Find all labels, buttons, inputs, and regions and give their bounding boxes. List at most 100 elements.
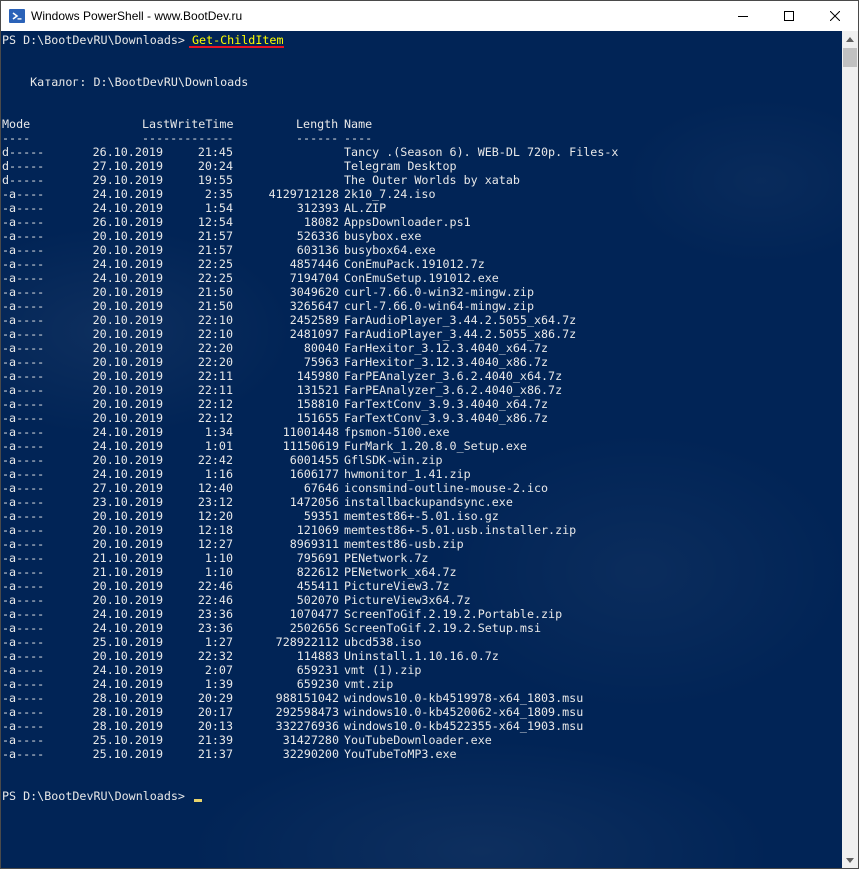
title-bar[interactable]: Windows PowerShell - www.BootDev.ru xyxy=(1,1,858,31)
file-time: 23:36 xyxy=(197,607,233,621)
file-mode: -a---- xyxy=(2,593,45,607)
file-mode: -a---- xyxy=(2,243,45,257)
file-mode: -a---- xyxy=(2,313,45,327)
file-time: 12:54 xyxy=(197,215,233,229)
file-date: 20.10.2019 xyxy=(92,649,163,663)
file-row: -a---- 28.10.2019 20:13 332276936 windows10.… xyxy=(2,719,842,733)
file-time: 2:35 xyxy=(204,187,233,201)
minimize-button[interactable] xyxy=(720,1,766,31)
file-length: 18082 xyxy=(303,215,339,229)
file-date: 20.10.2019 xyxy=(92,383,163,397)
file-length: 59351 xyxy=(303,509,339,523)
file-name: YouTubeToMP3.exe xyxy=(344,747,457,761)
file-time: 22:46 xyxy=(197,593,233,607)
scroll-down-button[interactable] xyxy=(842,852,858,868)
file-row: -a---- 24.10.2019 22:25 7194704 ConEmuSetup.… xyxy=(2,271,842,285)
file-name: FarHexitor_3.12.3.4040_x64.7z xyxy=(344,341,549,355)
file-name: vmt.zip xyxy=(344,677,394,691)
maximize-button[interactable] xyxy=(766,1,812,31)
file-name: PENetwork_x64.7z xyxy=(344,565,457,579)
file-name: installbackupandsync.exe xyxy=(344,495,513,509)
file-row: -a---- 25.10.2019 21:37 32290200 YouTubeToMP… xyxy=(2,747,842,761)
file-date: 21.10.2019 xyxy=(92,565,163,579)
file-mode: d----- xyxy=(2,145,45,159)
file-mode: -a---- xyxy=(2,537,45,551)
header-length: Length xyxy=(296,117,339,131)
file-mode: -a---- xyxy=(2,271,45,285)
close-button[interactable] xyxy=(812,1,858,31)
scroll-thumb[interactable] xyxy=(843,48,857,67)
file-length: 822612 xyxy=(296,565,339,579)
file-date: 20.10.2019 xyxy=(92,537,163,551)
table-separator: ---- ------------- ------ ---- xyxy=(2,131,842,145)
file-name: windows10.0-kb4520062-x64_1809.msu xyxy=(344,705,584,719)
file-date: 20.10.2019 xyxy=(92,509,163,523)
file-row: -a---- 21.10.2019 1:10 795691 PENetwork.7z xyxy=(2,551,842,565)
file-time: 20:17 xyxy=(197,705,233,719)
file-name: The Outer Worlds by xatab xyxy=(344,173,520,187)
file-date: 20.10.2019 xyxy=(92,397,163,411)
file-name: PictureView3x64.7z xyxy=(344,593,471,607)
file-date: 26.10.2019 xyxy=(92,145,163,159)
file-time: 1:27 xyxy=(204,635,233,649)
file-name: memtest86+-5.01.usb.installer.zip xyxy=(344,523,577,537)
directory-line: Каталог: D:\BootDevRU\Downloads xyxy=(2,75,249,89)
file-mode: -a---- xyxy=(2,285,45,299)
file-name: PictureView3.7z xyxy=(344,579,450,593)
file-date: 27.10.2019 xyxy=(92,481,163,495)
file-length: 1070477 xyxy=(289,607,339,621)
file-row: d----- 27.10.2019 20:24 Telegram Desktop xyxy=(2,159,842,173)
final-prompt-text: PS D:\BootDevRU\Downloads> xyxy=(2,789,192,803)
file-time: 1:16 xyxy=(204,467,233,481)
file-name: curl-7.66.0-win32-mingw.zip xyxy=(344,285,534,299)
powershell-icon xyxy=(9,9,25,23)
separator-lastwritetime: ------------- xyxy=(142,131,234,145)
file-date: 21.10.2019 xyxy=(92,551,163,565)
file-length: 151655 xyxy=(296,411,339,425)
file-mode: d----- xyxy=(2,159,45,173)
file-time: 12:18 xyxy=(197,523,233,537)
file-time: 20:24 xyxy=(197,159,233,173)
file-row: d----- 29.10.2019 19:55 The Outer Worlds by… xyxy=(2,173,842,187)
file-row: -a---- 20.10.2019 21:57 526336 busybox.exe xyxy=(2,229,842,243)
file-mode: -a---- xyxy=(2,411,45,425)
file-time: 2:07 xyxy=(204,663,233,677)
file-mode: -a---- xyxy=(2,453,45,467)
file-mode: -a---- xyxy=(2,579,45,593)
header-name: Name xyxy=(344,117,373,131)
file-mode: -a---- xyxy=(2,355,45,369)
file-time: 21:37 xyxy=(197,747,233,761)
file-length: 4857446 xyxy=(289,257,339,271)
file-date: 20.10.2019 xyxy=(92,285,163,299)
file-length: 145980 xyxy=(296,369,339,383)
file-time: 20:29 xyxy=(197,691,233,705)
file-time: 22:12 xyxy=(197,411,233,425)
file-length: 121069 xyxy=(296,523,339,537)
file-row: -a---- 20.10.2019 22:10 2481097 FarAudioPlay… xyxy=(2,327,842,341)
file-name: iconsmind-outline-mouse-2.ico xyxy=(344,481,549,495)
window-controls xyxy=(720,1,858,31)
scroll-up-button[interactable] xyxy=(842,31,858,47)
file-mode: -a---- xyxy=(2,621,45,635)
file-row: -a---- 24.10.2019 1:39 659230 vmt.zip xyxy=(2,677,842,691)
file-date: 20.10.2019 xyxy=(92,523,163,537)
file-mode: -a---- xyxy=(2,215,45,229)
file-mode: -a---- xyxy=(2,327,45,341)
file-name: Tancy .(Season 6). WEB-DL 720p. Files-x xyxy=(344,145,619,159)
file-name: FarTextConv_3.9.3.4040_x64.7z xyxy=(344,397,549,411)
file-mode: -a---- xyxy=(2,705,45,719)
file-name: ScreenToGif.2.19.2.Portable.zip xyxy=(344,607,563,621)
file-time: 22:11 xyxy=(197,369,233,383)
file-name: Telegram Desktop xyxy=(344,159,457,173)
file-time: 21:57 xyxy=(197,243,233,257)
file-mode: -a---- xyxy=(2,257,45,271)
file-length: 158810 xyxy=(296,397,339,411)
file-length: 3049620 xyxy=(289,285,339,299)
console-output[interactable]: PS D:\BootDevRU\Downloads> Get-ChildItem… xyxy=(1,31,842,868)
file-name: curl-7.66.0-win64-mingw.zip xyxy=(344,299,534,313)
file-name: AL.ZIP xyxy=(344,201,387,215)
file-row: -a---- 20.10.2019 22:32 114883 Uninstall.1.1… xyxy=(2,649,842,663)
vertical-scrollbar[interactable] xyxy=(842,31,858,868)
file-length: 659230 xyxy=(296,677,339,691)
file-length: 114883 xyxy=(296,649,339,663)
